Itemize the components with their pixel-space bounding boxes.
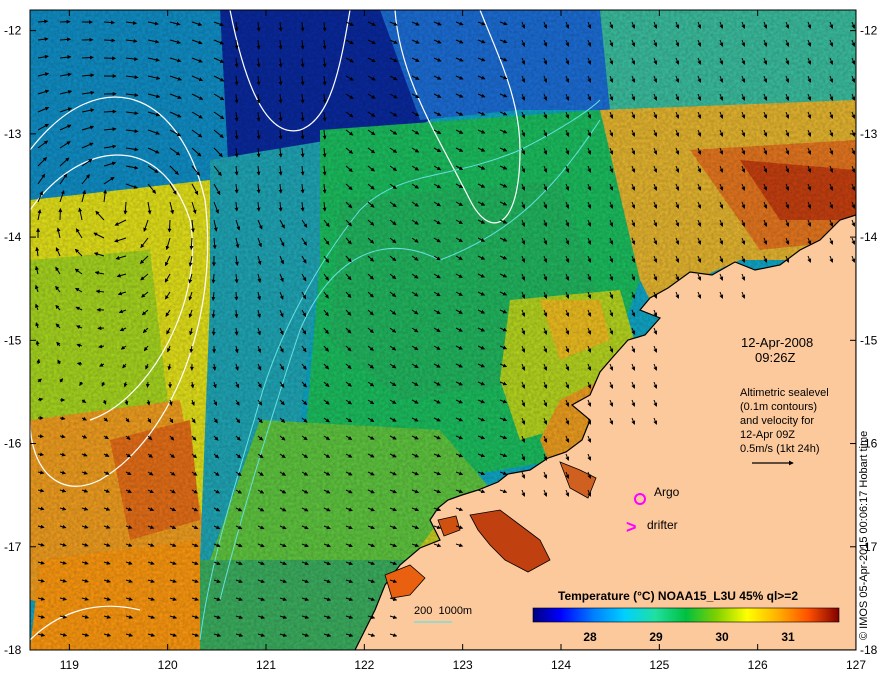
colorbar-tick-28: 28: [583, 630, 597, 644]
lat-tick-label: -12: [4, 24, 22, 38]
lat-tick-label-right: -14: [860, 230, 878, 244]
lon-tick-label: 127: [846, 658, 866, 672]
date-line-2: 09:26Z: [755, 350, 796, 365]
altimetry-line-5: 0.5m/s (1kt 24h): [740, 443, 819, 455]
velocity-arrow: [76, 361, 83, 366]
lat-tick-label: -17: [4, 540, 22, 554]
lat-tick-label: -14: [4, 230, 22, 244]
velocity-arrow: [103, 38, 116, 43]
colorbar: [532, 607, 840, 623]
isobath-depth-label: 200 1000m: [414, 605, 472, 617]
colorbar-tick-30: 30: [715, 630, 729, 644]
argo-label: Argo: [654, 485, 680, 499]
velocity-arrow: [81, 55, 94, 60]
lon-tick-label: 123: [453, 658, 473, 672]
lon-tick-label: 119: [60, 658, 79, 672]
lat-tick-label: -18: [4, 643, 22, 657]
velocity-arrow: [37, 434, 44, 439]
altimetry-line-3: and velocity for: [740, 415, 814, 427]
velocity-arrow: [103, 20, 115, 25]
lon-tick-label: 126: [748, 658, 768, 672]
velocity-arrow: [234, 309, 239, 319]
altimetry-line-1: Altimetric sealevel: [740, 387, 829, 399]
velocity-arrow: [189, 237, 194, 250]
lon-tick-label: 125: [649, 658, 669, 672]
altimetry-line-2: (0.1m contours): [740, 401, 817, 413]
lat-tick-label-right: -18: [860, 643, 878, 657]
colorbar-tick-31: 31: [781, 630, 795, 644]
velocity-arrow: [145, 381, 150, 388]
lat-tick-label: -13: [4, 127, 22, 141]
lat-tick-label: -15: [4, 333, 22, 347]
velocity-arrow: [211, 273, 216, 284]
lat-tick-label-right: -12: [860, 24, 878, 38]
colorbar-tick-29: 29: [649, 630, 663, 644]
colorbar-title: Temperature (°C) NOAA15_L3U 45% ql>=2: [558, 589, 798, 603]
lat-tick-label-right: -13: [860, 127, 878, 141]
velocity-arrow: [234, 291, 239, 301]
velocity-arrow: [167, 219, 172, 233]
lat-tick-label-right: -15: [860, 333, 878, 347]
credit-text: © IMOS 05-Apr-2015 00:06:17 Hobart time: [858, 430, 870, 640]
lat-tick-label: -16: [4, 437, 22, 451]
date-line-1: 12-Apr-2008: [741, 335, 813, 350]
lon-tick-label: 121: [256, 658, 276, 672]
lon-tick-label: 124: [551, 658, 571, 672]
drifter-marker-icon: >: [626, 517, 637, 537]
velocity-arrow: [103, 109, 117, 114]
drifter-label: drifter: [647, 518, 678, 532]
altimetry-line-4: 12-Apr 09Z: [740, 429, 795, 441]
lon-tick-label: 120: [158, 658, 178, 672]
lon-tick-label: 122: [354, 658, 374, 672]
